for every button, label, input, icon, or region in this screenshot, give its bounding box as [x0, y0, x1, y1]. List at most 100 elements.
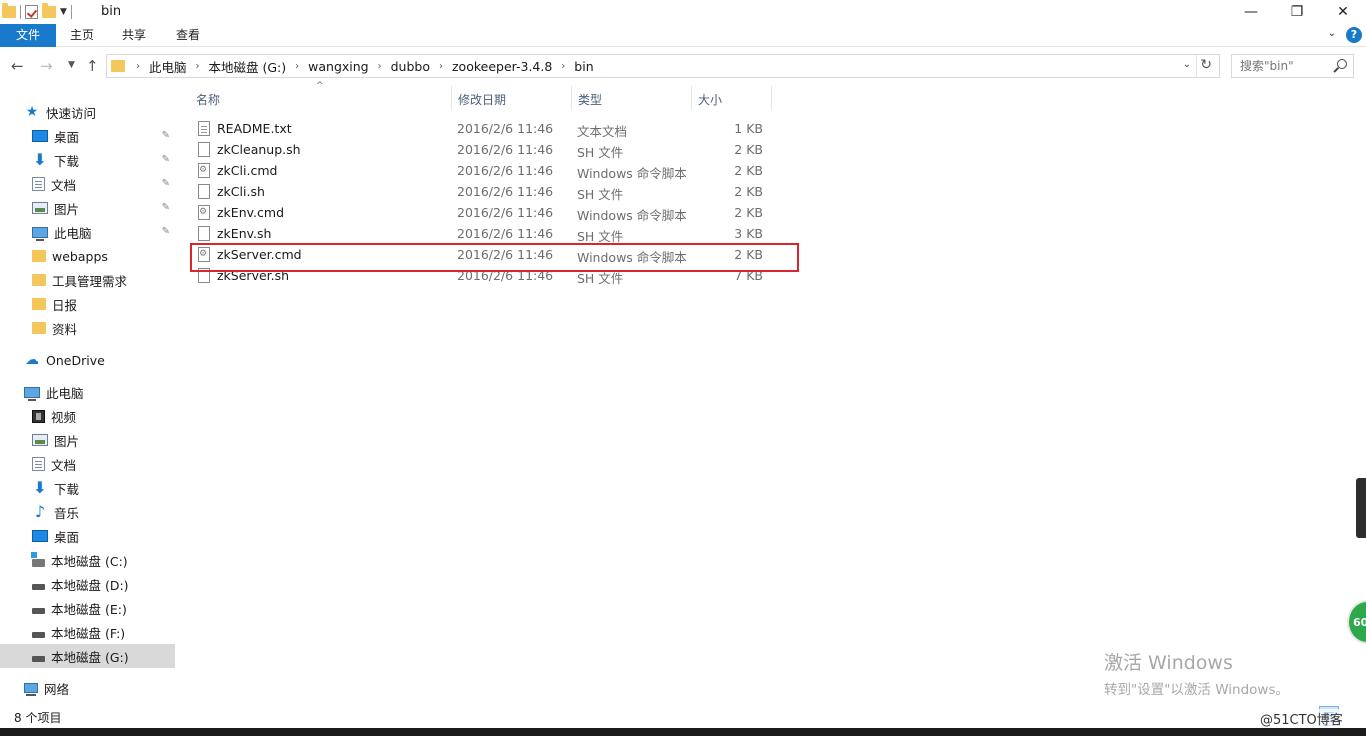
nav-label: 视频 [51, 409, 77, 425]
nav-item-materials[interactable]: 资料 [0, 316, 176, 340]
table-row[interactable]: zkEnv.cmd 2016/2/6 11:46 Windows 命令脚本 2 … [190, 202, 798, 223]
help-icon[interactable]: ? [1346, 27, 1362, 43]
breadcrumb-zookeeper[interactable]: zookeeper-3.4.8 [452, 59, 552, 74]
chevron-right-icon[interactable]: › [430, 61, 452, 72]
file-type: SH 文件 [577, 187, 624, 202]
file-type: Windows 命令脚本 [577, 208, 687, 223]
recent-locations-icon[interactable]: ▼ [68, 60, 75, 70]
table-row[interactable]: zkEnv.sh 2016/2/6 11:46 SH 文件 3 KB [190, 223, 798, 244]
table-row[interactable]: zkCli.cmd 2016/2/6 11:46 Windows 命令脚本 2 … [190, 160, 798, 181]
file-date: 2016/2/6 11:46 [457, 184, 554, 199]
nav-item-drive-e[interactable]: 本地磁盘 (E:) [0, 596, 176, 620]
nav-item-this-pc-pinned[interactable]: 此电脑 ✎ [0, 220, 176, 244]
folder-icon [32, 250, 46, 262]
nav-item-music[interactable]: ♪ 音乐 [0, 500, 176, 524]
nav-label: 本地磁盘 (C:) [51, 553, 128, 569]
chevron-right-icon[interactable]: › [127, 61, 149, 72]
table-row[interactable]: zkCleanup.sh 2016/2/6 11:46 SH 文件 2 KB [190, 139, 798, 160]
minimize-button[interactable]: — [1228, 0, 1274, 24]
nav-item-daily-report[interactable]: 日报 [0, 292, 176, 316]
tab-view[interactable]: 查看 [164, 24, 212, 47]
nav-item-pc-desktop[interactable]: 桌面 [0, 524, 176, 548]
nav-label: 音乐 [54, 505, 80, 521]
file-size: 3 KB [734, 226, 763, 241]
close-button[interactable]: ✕ [1320, 0, 1366, 24]
maximize-button[interactable]: ❐ [1274, 0, 1320, 24]
properties-icon[interactable] [25, 5, 38, 19]
nav-item-documents[interactable]: 文档 ✎ [0, 172, 176, 196]
nav-label: 桌面 [54, 529, 80, 545]
column-header-size[interactable]: 大小 [692, 86, 772, 110]
up-arrow-icon[interactable]: ↑ [86, 57, 99, 75]
nav-item-drive-g[interactable]: 本地磁盘 (G:) [0, 644, 175, 668]
breadcrumb-wangxing[interactable]: wangxing [308, 59, 368, 74]
pin-icon[interactable]: ✎ [162, 154, 170, 165]
speed-badge[interactable]: 60 [1347, 600, 1366, 644]
table-row[interactable]: zkCli.sh 2016/2/6 11:46 SH 文件 2 KB [190, 181, 798, 202]
desktop-icon [32, 130, 48, 142]
scroll-handle[interactable] [1356, 478, 1366, 538]
pin-icon[interactable]: ✎ [162, 202, 170, 213]
nav-item-drive-d[interactable]: 本地磁盘 (D:) [0, 572, 176, 596]
customize-toolbar-icon[interactable]: ▼ [60, 7, 67, 17]
nav-item-pc-pictures[interactable]: 图片 [0, 428, 176, 452]
column-header-type[interactable]: 类型 [572, 86, 692, 110]
nav-item-pc-downloads[interactable]: ⬇ 下载 [0, 476, 176, 500]
chevron-right-icon[interactable]: › [187, 61, 209, 72]
chevron-right-icon[interactable]: › [552, 61, 574, 72]
drive-icon [32, 656, 45, 662]
back-arrow-icon[interactable]: ← [11, 57, 24, 75]
nav-onedrive[interactable]: ☁ OneDrive [0, 348, 176, 372]
breadcrumb-dubbo[interactable]: dubbo [391, 59, 430, 74]
pin-icon[interactable]: ✎ [162, 226, 170, 237]
chevron-right-icon[interactable]: › [369, 61, 391, 72]
column-header-name[interactable]: 名称 [190, 86, 452, 110]
nav-item-tool-requirements[interactable]: 工具管理需求 [0, 268, 176, 292]
tab-share[interactable]: 共享 [110, 24, 158, 47]
breadcrumb-drive-g[interactable]: 本地磁盘 (G:) [209, 57, 287, 76]
taskbar [0, 728, 1366, 736]
nav-quick-access[interactable]: ★ 快速访问 [0, 100, 176, 124]
nav-this-pc[interactable]: 此电脑 [0, 380, 176, 404]
tab-file[interactable]: 文件 [0, 24, 56, 47]
forward-arrow-icon[interactable]: → [40, 57, 53, 75]
desktop-icon [32, 530, 48, 542]
search-input[interactable] [1232, 55, 1328, 77]
table-row[interactable]: README.txt 2016/2/6 11:46 文本文档 1 KB [190, 118, 798, 139]
nav-label: 资料 [52, 321, 78, 337]
nav-item-videos[interactable]: 视频 [0, 404, 176, 428]
file-date: 2016/2/6 11:46 [457, 121, 554, 136]
file-date: 2016/2/6 11:46 [457, 142, 554, 157]
refresh-icon[interactable]: ↻ [1200, 57, 1212, 73]
nav-network[interactable]: 网络 [0, 676, 176, 700]
file-size: 1 KB [734, 121, 763, 136]
activation-watermark: 激活 Windows 转到"设置"以激活 Windows。 [1104, 648, 1289, 698]
nav-label: webapps [52, 248, 108, 264]
breadcrumb-this-pc[interactable]: 此电脑 [149, 57, 187, 76]
site-watermark: @51CTO博客 [1259, 709, 1344, 728]
search-icon[interactable] [1337, 59, 1347, 69]
window-controls: — ❐ ✕ [1228, 0, 1366, 24]
chevron-down-icon[interactable]: ⌄ [1183, 59, 1191, 70]
search-box[interactable] [1231, 54, 1354, 78]
address-bar[interactable]: › 此电脑 › 本地磁盘 (G:) › wangxing › dubbo › z… [106, 54, 1220, 78]
system-drive-icon [31, 551, 45, 567]
pin-icon[interactable]: ✎ [162, 178, 170, 189]
expand-ribbon-icon[interactable]: ⌄ [1328, 28, 1336, 39]
nav-item-drive-c[interactable]: 本地磁盘 (C:) [0, 548, 176, 572]
item-count: 8 个项目 [14, 711, 62, 725]
tab-home[interactable]: 主页 [58, 24, 106, 47]
nav-item-desktop[interactable]: 桌面 ✎ [0, 124, 176, 148]
breadcrumb-bin[interactable]: bin [574, 59, 593, 74]
annotation-highlight-box [190, 243, 799, 272]
new-folder-icon[interactable] [42, 3, 56, 18]
pin-icon[interactable]: ✎ [162, 130, 170, 141]
nav-item-pictures[interactable]: 图片 ✎ [0, 196, 176, 220]
column-resize-handle[interactable] [771, 86, 772, 110]
nav-item-downloads[interactable]: ⬇ 下载 ✎ [0, 148, 176, 172]
nav-item-webapps[interactable]: webapps [0, 244, 176, 268]
nav-item-pc-documents[interactable]: 文档 [0, 452, 176, 476]
nav-item-drive-f[interactable]: 本地磁盘 (F:) [0, 620, 176, 644]
chevron-right-icon[interactable]: › [286, 61, 308, 72]
column-header-modified[interactable]: 修改日期 [452, 86, 572, 110]
